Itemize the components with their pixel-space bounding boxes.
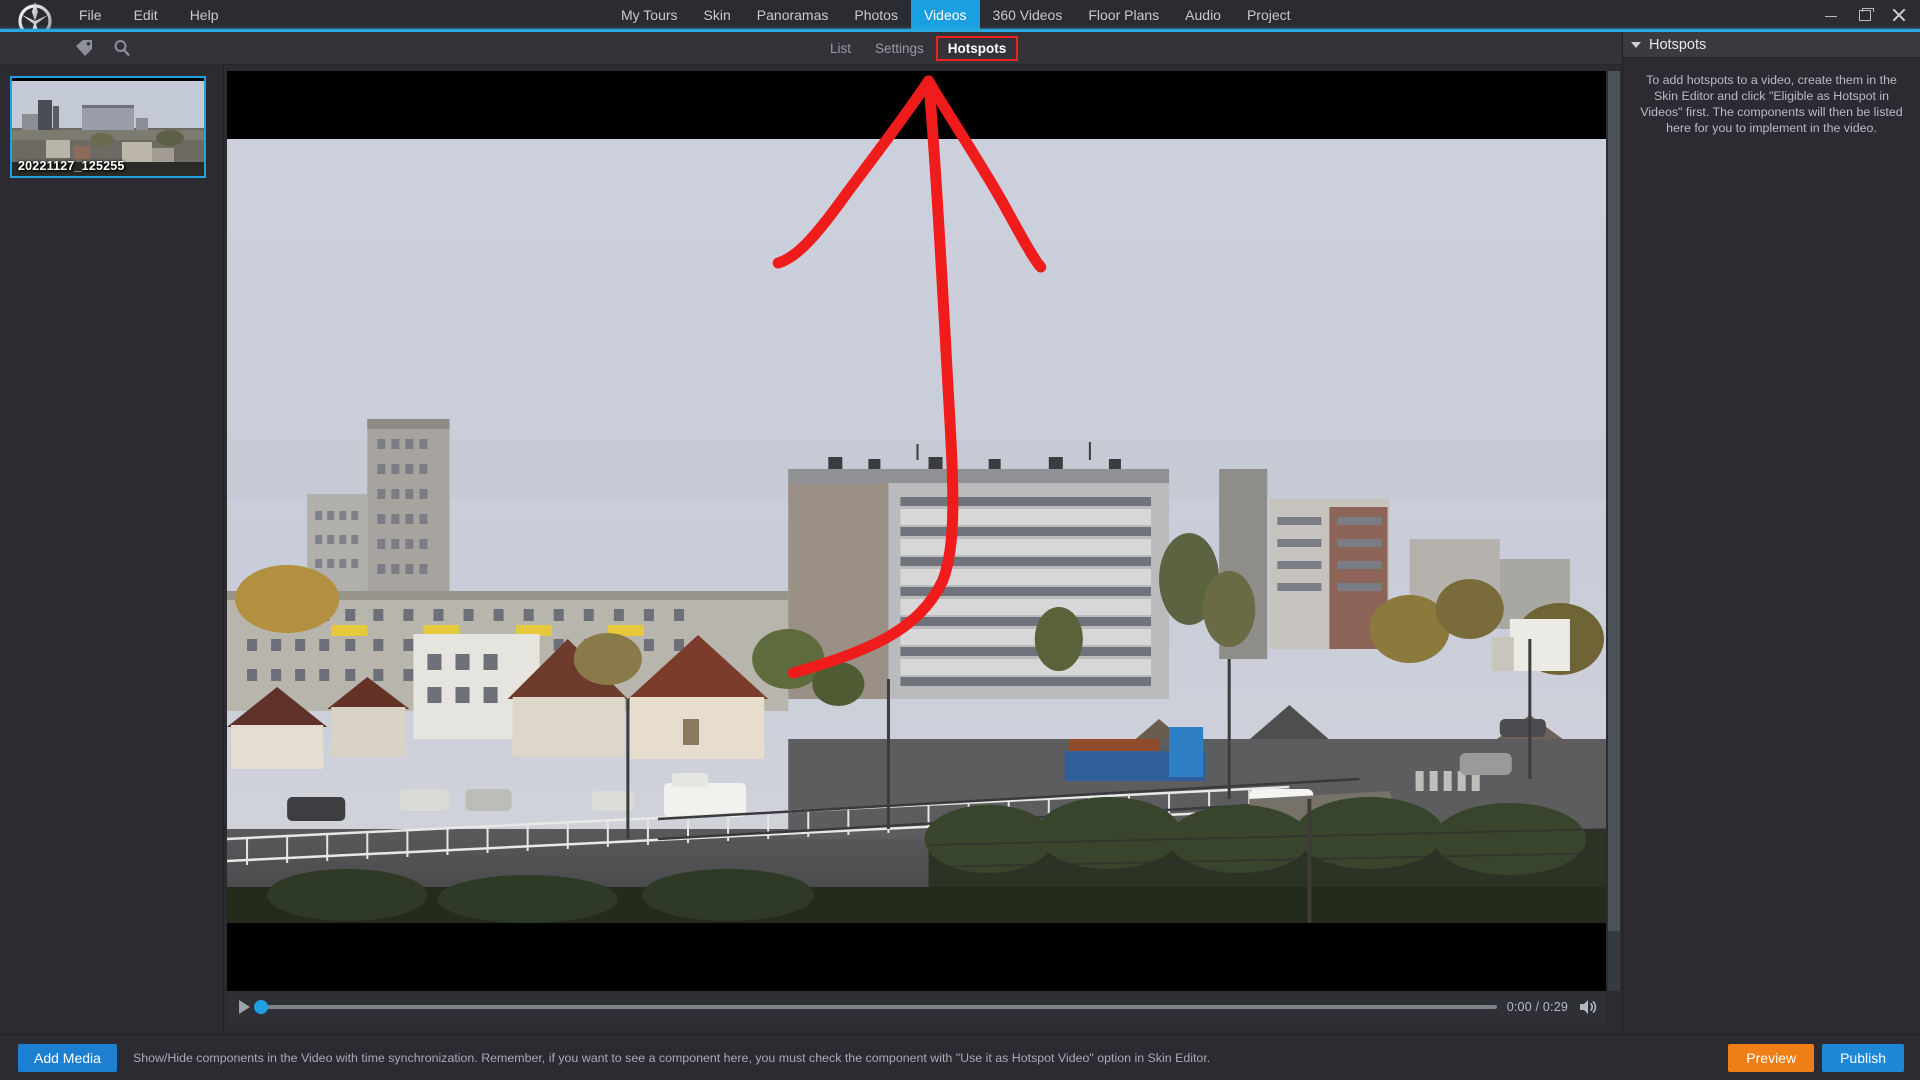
scrollbar-thumb[interactable] (1608, 71, 1620, 931)
media-sidebar: 20221127_125255 (0, 65, 224, 1034)
tab-videos[interactable]: Videos (910, 0, 980, 29)
main-tab-bar: My Tours Skin Panoramas Photos Videos 36… (608, 0, 1304, 29)
toolbar-icons (74, 38, 132, 58)
bottom-action-buttons: Preview Publish (1728, 1043, 1904, 1072)
hotspots-panel-body: To add hotspots to a video, create them … (1623, 58, 1920, 150)
menu-item-edit[interactable]: Edit (131, 5, 161, 25)
video-player-canvas[interactable] (227, 71, 1606, 991)
video-frame-image (227, 139, 1606, 923)
letterbox-bottom (227, 923, 1606, 991)
sub-tab-bar: List Settings Hotspots (818, 32, 1019, 65)
publish-button[interactable]: Publish (1822, 1043, 1904, 1072)
hotspots-panel-header[interactable]: Hotspots (1623, 32, 1920, 58)
thumbnail-label: 20221127_125255 (18, 159, 125, 173)
seek-slider[interactable] (254, 1000, 1497, 1014)
chevron-down-icon[interactable] (1631, 41, 1641, 48)
sub-tab-list[interactable]: List (818, 36, 863, 61)
hotspots-panel-title: Hotspots (1649, 36, 1707, 53)
time-display: 0:00 / 0:29 (1506, 1000, 1568, 1014)
menu-item-file[interactable]: File (76, 5, 105, 25)
search-icon[interactable] (112, 38, 132, 58)
tab-panoramas[interactable]: Panoramas (744, 0, 842, 29)
play-icon[interactable] (239, 1000, 250, 1014)
hotspots-empty-message: To add hotspots to a video, create them … (1640, 73, 1903, 135)
tab-360-videos[interactable]: 360 Videos (980, 0, 1076, 29)
menu-bar: File Edit Help (76, 0, 221, 29)
seek-handle[interactable] (254, 1000, 268, 1014)
tab-skin[interactable]: Skin (691, 0, 744, 29)
tab-my-tours[interactable]: My Tours (608, 0, 691, 29)
letterbox-top (227, 71, 1606, 139)
video-player-controls: 0:00 / 0:29 (227, 990, 1606, 1024)
tag-icon[interactable] (74, 38, 94, 58)
tab-photos[interactable]: Photos (841, 0, 911, 29)
tab-audio[interactable]: Audio (1172, 0, 1234, 29)
tab-project[interactable]: Project (1234, 0, 1304, 29)
window-controls (1824, 0, 1914, 29)
tab-floor-plans[interactable]: Floor Plans (1075, 0, 1172, 29)
video-vertical-scrollbar[interactable] (1608, 71, 1620, 991)
bottom-status-bar: Add Media Show/Hide components in the Vi… (0, 1034, 1920, 1080)
preview-button[interactable]: Preview (1728, 1043, 1815, 1072)
hotspots-panel: Hotspots To add hotspots to a video, cre… (1622, 32, 1920, 1034)
application-window: File Edit Help My Tours Skin Panoramas P… (0, 0, 1920, 1080)
menu-item-help[interactable]: Help (187, 5, 222, 25)
status-hint-text: Show/Hide components in the Video with t… (132, 1050, 1211, 1065)
add-media-button[interactable]: Add Media (18, 1043, 117, 1072)
sub-tab-hotspots[interactable]: Hotspots (935, 36, 1019, 61)
close-icon[interactable] (1892, 8, 1906, 22)
restore-icon[interactable] (1858, 7, 1874, 22)
minimize-icon[interactable] (1824, 8, 1838, 22)
title-bar: File Edit Help My Tours Skin Panoramas P… (0, 0, 1920, 43)
volume-icon[interactable] (1578, 998, 1598, 1016)
media-thumbnail-item[interactable]: 20221127_125255 (10, 76, 206, 178)
video-stage: 0:00 / 0:29 (225, 65, 1622, 1034)
sub-tab-settings[interactable]: Settings (863, 36, 936, 61)
